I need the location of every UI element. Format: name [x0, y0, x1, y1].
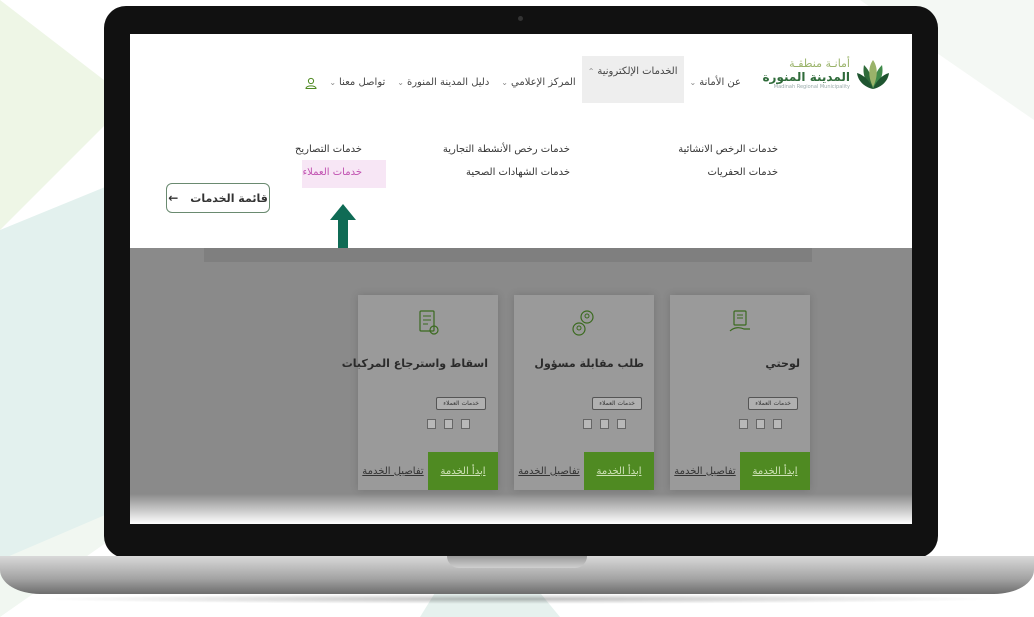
logo-mark-icon [857, 60, 889, 89]
service-details-link[interactable]: تفاصيل الخدمة [514, 452, 584, 490]
service-details-link[interactable]: تفاصيل الخدمة [358, 452, 428, 490]
service-details-link[interactable]: تفاصيل الخدمة [670, 452, 740, 490]
card-images [583, 419, 626, 429]
camera [518, 16, 523, 21]
person-meeting-icon [572, 310, 594, 336]
service-card[interactable]: طلب مقابلة مسؤول خدمات العملاء ابدأ الخد… [514, 295, 654, 490]
chevron-down-icon: ⌄ [397, 78, 404, 87]
overlay-band [204, 248, 812, 262]
main-nav: عن الأمانة ⌄ الخدمات الإلكترونية ⌃ المركز … [305, 56, 748, 103]
nav-label: دليل المدينة المنورة [406, 77, 490, 88]
site-logo[interactable]: أمانـة منطقـة المدينة المنورة Madinah Re… [760, 52, 890, 96]
logo-line3: Madinah Regional Municipality [773, 83, 850, 90]
nav-label: الخدمات الإلكترونية [597, 66, 678, 77]
arrow-left-icon: ← [168, 191, 179, 205]
chevron-down-icon: ⌄ [329, 78, 337, 87]
nav-about[interactable]: عن الأمانة ⌄ [684, 73, 748, 92]
nav-contact[interactable]: تواصل معنا ⌄ [323, 73, 391, 92]
laptop-notch [447, 556, 587, 568]
image-placeholder-icon [773, 419, 782, 429]
image-placeholder-icon [617, 419, 626, 429]
chevron-down-icon: ⌄ [501, 78, 508, 87]
menu-item-construction-permits[interactable]: خدمات الرخص الانشائية [678, 144, 778, 155]
services-list-label: قائمة الخدمات [190, 191, 268, 205]
card-badge: خدمات العملاء [748, 397, 798, 410]
image-placeholder-icon [600, 419, 609, 429]
image-placeholder-icon [756, 419, 765, 429]
start-service-button[interactable]: ابدأ الخدمة [584, 452, 654, 490]
logo-line2: المدينة المنورة [762, 69, 850, 84]
card-images [427, 419, 470, 429]
service-card[interactable]: اسقاط واسترجاع المركبات خدمات العملاء اب… [342, 295, 498, 490]
id-card-icon [729, 310, 750, 332]
chevron-up-icon: ⌃ [587, 67, 595, 76]
nav-label: المركز الإعلامي [511, 77, 576, 88]
image-placeholder-icon [444, 419, 453, 429]
image-placeholder-icon [739, 419, 748, 429]
services-list-button[interactable]: قائمة الخدمات ← [166, 183, 270, 213]
logo-text: أمانـة منطقـة المدينة المنورة Madinah Re… [762, 56, 850, 91]
logo-line1: أمانـة منطقـة [789, 56, 850, 70]
menu-item-customer-services[interactable]: خدمات العملاء [302, 167, 362, 178]
card-title: اسقاط واسترجاع المركبات [341, 357, 488, 370]
browser-screen: أمانـة منطقـة المدينة المنورة Madinah Re… [130, 34, 912, 524]
card-badge: خدمات العملاء [592, 397, 642, 410]
start-service-button[interactable]: ابدأ الخدمة [428, 452, 498, 490]
service-card[interactable]: لوحتي خدمات العملاء ابدأ الخدمة تفاصيل ا… [670, 295, 810, 490]
nav-media[interactable]: المركز الإعلامي ⌄ [495, 73, 581, 92]
nav-guide[interactable]: دليل المدينة المنورة ⌄ [391, 73, 495, 92]
card-images [739, 419, 782, 429]
nav-label: تواصل معنا [339, 77, 386, 88]
card-title: طلب مقابلة مسؤول [534, 357, 644, 370]
menu-item-commercial-licenses[interactable]: خدمات رخص الأنشطة التجارية [443, 144, 570, 155]
card-title: لوحتي [765, 357, 800, 370]
nav-eservices[interactable]: الخدمات الإلكترونية ⌃ [581, 56, 684, 103]
overlay-fade [130, 494, 912, 524]
chevron-down-icon: ⌄ [689, 78, 697, 87]
nav-label: عن الأمانة [699, 77, 741, 88]
image-placeholder-icon [427, 419, 436, 429]
menu-item-health-certificates[interactable]: خدمات الشهادات الصحية [466, 167, 570, 178]
start-service-button[interactable]: ابدأ الخدمة [740, 452, 810, 490]
menu-item-permits[interactable]: خدمات التصاريح [295, 144, 362, 155]
image-placeholder-icon [461, 419, 470, 429]
user-icon[interactable] [305, 77, 317, 89]
card-badge: خدمات العملاء [436, 397, 486, 410]
laptop-shadow [30, 594, 1004, 604]
menu-item-excavations[interactable]: خدمات الحفريات [707, 167, 778, 178]
image-placeholder-icon [583, 419, 592, 429]
document-icon [419, 310, 439, 335]
